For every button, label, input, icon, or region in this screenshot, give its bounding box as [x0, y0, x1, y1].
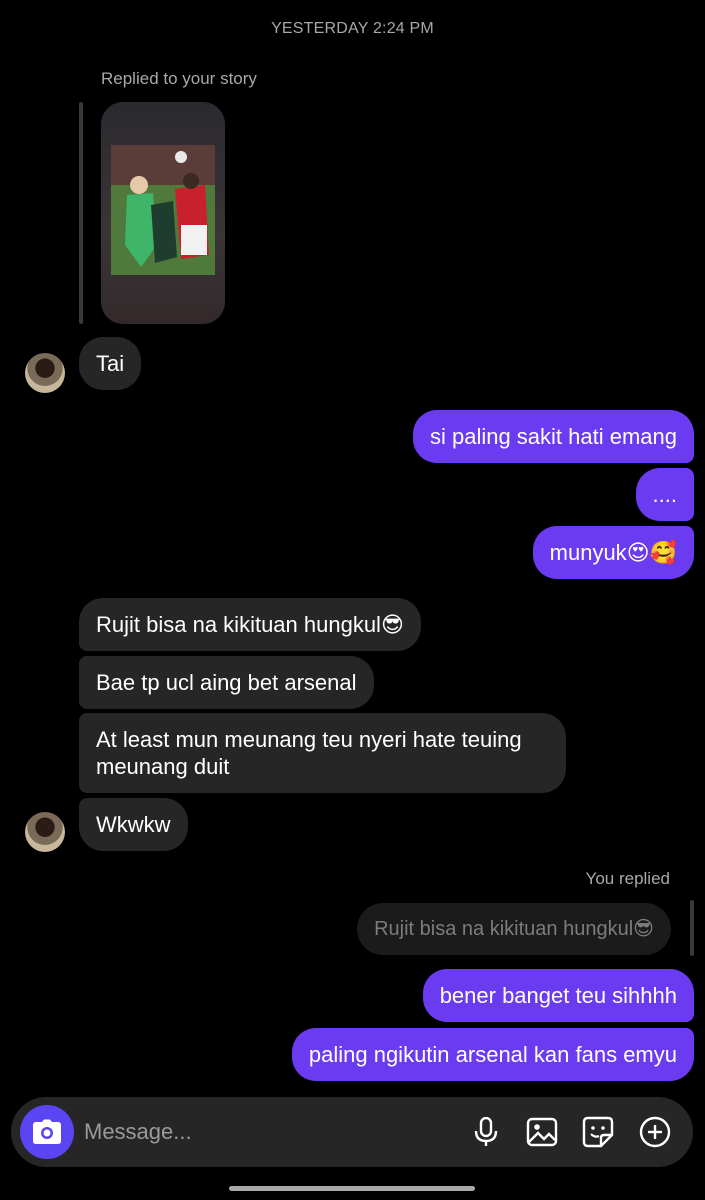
message-bubble-outgoing[interactable]: paling ngikutin arsenal kan fans emyu [291, 1028, 694, 1081]
plus-circle-icon [639, 1116, 671, 1148]
quoted-message[interactable]: Rujit bisa na kikituan hungkul😎 [357, 903, 671, 955]
reply-quote-bar [690, 900, 694, 956]
story-reply-bar [79, 102, 83, 324]
message-bubble-incoming[interactable]: Bae tp ucl aing bet arsenal [79, 656, 374, 709]
image-icon [526, 1117, 558, 1147]
message-bubble-incoming[interactable]: Rujit bisa na kikituan hungkul😎 [79, 598, 421, 651]
camera-icon [33, 1119, 61, 1144]
message-bubble-incoming[interactable]: Wkwkw [79, 798, 188, 851]
add-button[interactable] [638, 1115, 672, 1149]
gallery-button[interactable] [525, 1115, 559, 1149]
story-photo [111, 145, 215, 275]
you-replied-label: You replied [585, 869, 670, 888]
sender-avatar[interactable] [25, 812, 65, 852]
camera-button[interactable] [20, 1105, 74, 1159]
sticker-icon [582, 1116, 614, 1148]
story-reply-label: Replied to your story [101, 69, 257, 88]
message-composer [11, 1097, 693, 1167]
sticker-button[interactable] [581, 1115, 615, 1149]
message-bubble-outgoing[interactable]: si paling sakit hati emang [412, 410, 694, 463]
message-input[interactable] [84, 1115, 454, 1149]
message-bubble-incoming[interactable]: At least mun meunang teu nyeri hate teui… [79, 713, 566, 793]
home-indicator [229, 1186, 475, 1191]
microphone-icon [474, 1117, 498, 1146]
timestamp: YESTERDAY 2:24 PM [271, 20, 434, 37]
story-thumbnail[interactable] [101, 102, 225, 324]
sender-avatar[interactable] [25, 353, 65, 393]
message-bubble-incoming[interactable]: Tai [79, 337, 142, 390]
microphone-button[interactable] [469, 1115, 503, 1149]
message-bubble-outgoing[interactable]: munyuk😍🥰 [532, 526, 694, 579]
message-bubble-outgoing[interactable]: bener banget teu sihhhh [422, 969, 694, 1022]
message-bubble-outgoing[interactable]: .... [635, 468, 694, 521]
